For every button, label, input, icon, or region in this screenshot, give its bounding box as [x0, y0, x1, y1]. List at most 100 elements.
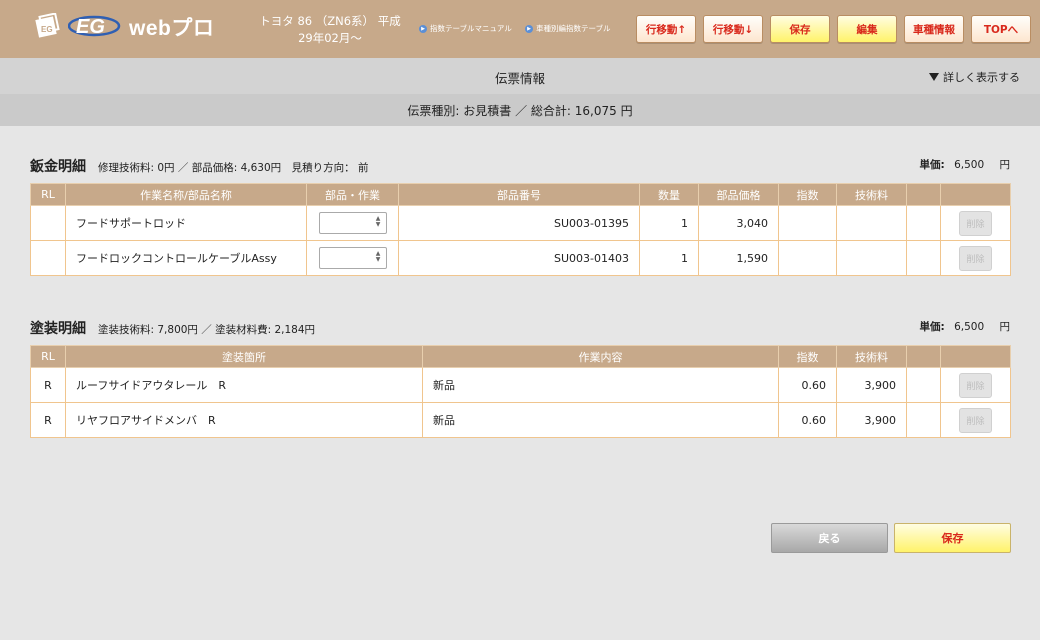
slip-info-bar: 伝票情報 詳しく表示する	[0, 58, 1040, 94]
unit-price-yen: 円	[999, 321, 1011, 333]
paint-subtitle: 塗装技術料: 7,800円 ／ 塗装材料費: 2,184円	[98, 324, 316, 336]
column-header-rl: RL	[30, 183, 66, 206]
paint-title: 塗装明細	[30, 321, 86, 337]
unit-price-value: 6,500	[954, 321, 985, 333]
cell-index: 0.60	[778, 402, 837, 438]
table-row: フードロックコントロールケーブルAssy SU003-01403 1 1,590…	[30, 240, 1011, 276]
column-header-index: 指数	[778, 345, 837, 368]
app-logo-text: webプロ	[129, 17, 215, 40]
save-button[interactable]: 保存	[894, 523, 1011, 553]
svg-text:EG: EG	[76, 16, 105, 38]
vehicle-info-line2: 29年02月～	[298, 31, 362, 45]
delete-button[interactable]: 削除	[959, 372, 992, 398]
eg-logo-icon: EG	[68, 15, 121, 38]
slip-summary-bar: 伝票種別: お見積書 ／ 総合計: 16,075 円	[0, 94, 1040, 126]
svg-text:EG: EG	[41, 25, 53, 34]
cell-index	[778, 240, 837, 276]
cell-blank	[906, 367, 941, 403]
show-details-label: 詳しく表示する	[943, 71, 1020, 84]
cell-quantity: 1	[639, 205, 699, 241]
table-row: R リヤフロアサイドメンバ R 新品 0.60 3,900 削除	[30, 402, 1011, 438]
back-button[interactable]: 戻る	[771, 523, 888, 553]
cell-rl	[30, 240, 66, 276]
cell-tech-fee: 3,900	[836, 402, 907, 438]
cell-name: フードロックコントロールケーブルAssy	[65, 240, 307, 276]
top-button[interactable]: TOPへ	[971, 15, 1031, 43]
cell-part-work	[306, 205, 399, 241]
column-header-index: 指数	[778, 183, 837, 206]
sheet-metal-subtitle: 修理技術料: 0円 ／ 部品価格: 4,630円 見積り方向： 前	[98, 162, 369, 174]
column-header-part-work: 部品・作業	[306, 183, 399, 206]
paint-unit-price: 単価: 6,500 円	[920, 319, 1010, 334]
unit-price-label: 単価:	[919, 321, 945, 333]
sheet-metal-unit-price: 単価: 6,500 円	[920, 157, 1010, 172]
column-header-price: 部品価格	[698, 183, 779, 206]
delete-button[interactable]: 削除	[959, 407, 992, 433]
header-save-button[interactable]: 保存	[770, 15, 830, 43]
column-header-delete	[940, 345, 1011, 368]
cell-index	[778, 205, 837, 241]
cell-work-content: 新品	[422, 402, 779, 438]
delete-button[interactable]: 削除	[959, 210, 992, 236]
table-row: R ルーフサイドアウタレール R 新品 0.60 3,900 削除	[30, 367, 1011, 403]
column-header-blank	[906, 183, 941, 206]
cell-tech-fee: 3,900	[836, 367, 907, 403]
table-header-row: RL 作業名称/部品名称 部品・作業 部品番号 数量 部品価格 指数 技術料	[30, 183, 1011, 206]
cell-rl	[30, 205, 66, 241]
sheet-metal-table: RL 作業名称/部品名称 部品・作業 部品番号 数量 部品価格 指数 技術料 フ…	[30, 183, 1011, 276]
cell-part-number: SU003-01403	[398, 240, 640, 276]
paint-table: RL 塗装箇所 作業内容 指数 技術料 R ルーフサイドアウタレール R 新品 …	[30, 345, 1011, 438]
cell-rl: R	[30, 402, 66, 438]
delete-button[interactable]: 削除	[959, 245, 992, 271]
vehicle-info-text: トヨタ 86 （ZN6系） 平成 29年02月～	[258, 13, 402, 47]
row-down-button[interactable]: 行移動↓	[703, 15, 763, 43]
column-header-quantity: 数量	[639, 183, 699, 206]
cell-delete: 削除	[940, 402, 1011, 438]
cell-paint-place: リヤフロアサイドメンバ R	[65, 402, 423, 438]
vehicle-index-table-label: 車種別編指数テーブル	[536, 24, 611, 33]
vehicle-info-line1: トヨタ 86 （ZN6系） 平成	[259, 14, 401, 28]
column-header-rl: RL	[30, 345, 66, 368]
slip-info-title: 伝票情報	[494, 71, 545, 86]
unit-price-value: 6,500	[954, 159, 985, 171]
column-header-work-content: 作業内容	[422, 345, 779, 368]
paint-section-title: 塗装明細 塗装技術料: 7,800円 ／ 塗装材料費: 2,184円	[30, 318, 315, 338]
vehicle-info-button[interactable]: 車種情報	[904, 15, 964, 43]
play-icon: ▶	[525, 24, 533, 33]
cell-tech-fee	[836, 205, 907, 241]
cell-index: 0.60	[778, 367, 837, 403]
cell-delete: 削除	[940, 367, 1011, 403]
logo-icon: EG	[35, 13, 60, 38]
part-work-select[interactable]	[318, 247, 387, 269]
table-row: フードサポートロッド SU003-01395 1 3,040 削除	[30, 205, 1011, 241]
column-header-tech-fee: 技術料	[836, 183, 907, 206]
cell-part-work	[306, 240, 399, 276]
play-icon: ▶	[419, 24, 427, 33]
cell-part-number: SU003-01395	[398, 205, 640, 241]
sheet-metal-title: 鈑金明細	[30, 159, 86, 175]
index-table-manual-link[interactable]: ▶ 指数テーブルマニュアル	[419, 23, 512, 34]
vehicle-index-table-link[interactable]: ▶ 車種別編指数テーブル	[525, 23, 611, 34]
part-work-select[interactable]	[318, 212, 387, 234]
cell-delete: 削除	[940, 240, 1011, 276]
cell-tech-fee	[836, 240, 907, 276]
row-up-button[interactable]: 行移動↑	[636, 15, 696, 43]
cell-blank	[906, 402, 941, 438]
cell-price: 3,040	[698, 205, 779, 241]
column-header-delete	[940, 183, 1011, 206]
app-header: EG EG webプロ トヨタ 86 （ZN6系） 平成 29年02月～ ▶ 指…	[0, 0, 1040, 58]
unit-price-yen: 円	[999, 159, 1011, 171]
cell-blank	[906, 205, 941, 241]
table-header-row: RL 塗装箇所 作業内容 指数 技術料	[30, 345, 1011, 368]
cell-quantity: 1	[639, 240, 699, 276]
slip-summary-text: 伝票種別: お見積書 ／ 総合計: 16,075 円	[407, 104, 633, 118]
column-header-name: 作業名称/部品名称	[65, 183, 307, 206]
column-header-paint-place: 塗装箇所	[65, 345, 423, 368]
index-table-manual-label: 指数テーブルマニュアル	[430, 24, 512, 33]
show-details-toggle[interactable]: 詳しく表示する	[929, 69, 1020, 85]
edit-button[interactable]: 編集	[837, 15, 897, 43]
cell-work-content: 新品	[422, 367, 779, 403]
column-header-blank	[906, 345, 941, 368]
sheet-metal-section-title: 鈑金明細 修理技術料: 0円 ／ 部品価格: 4,630円 見積り方向： 前	[30, 156, 369, 176]
column-header-tech-fee: 技術料	[836, 345, 907, 368]
